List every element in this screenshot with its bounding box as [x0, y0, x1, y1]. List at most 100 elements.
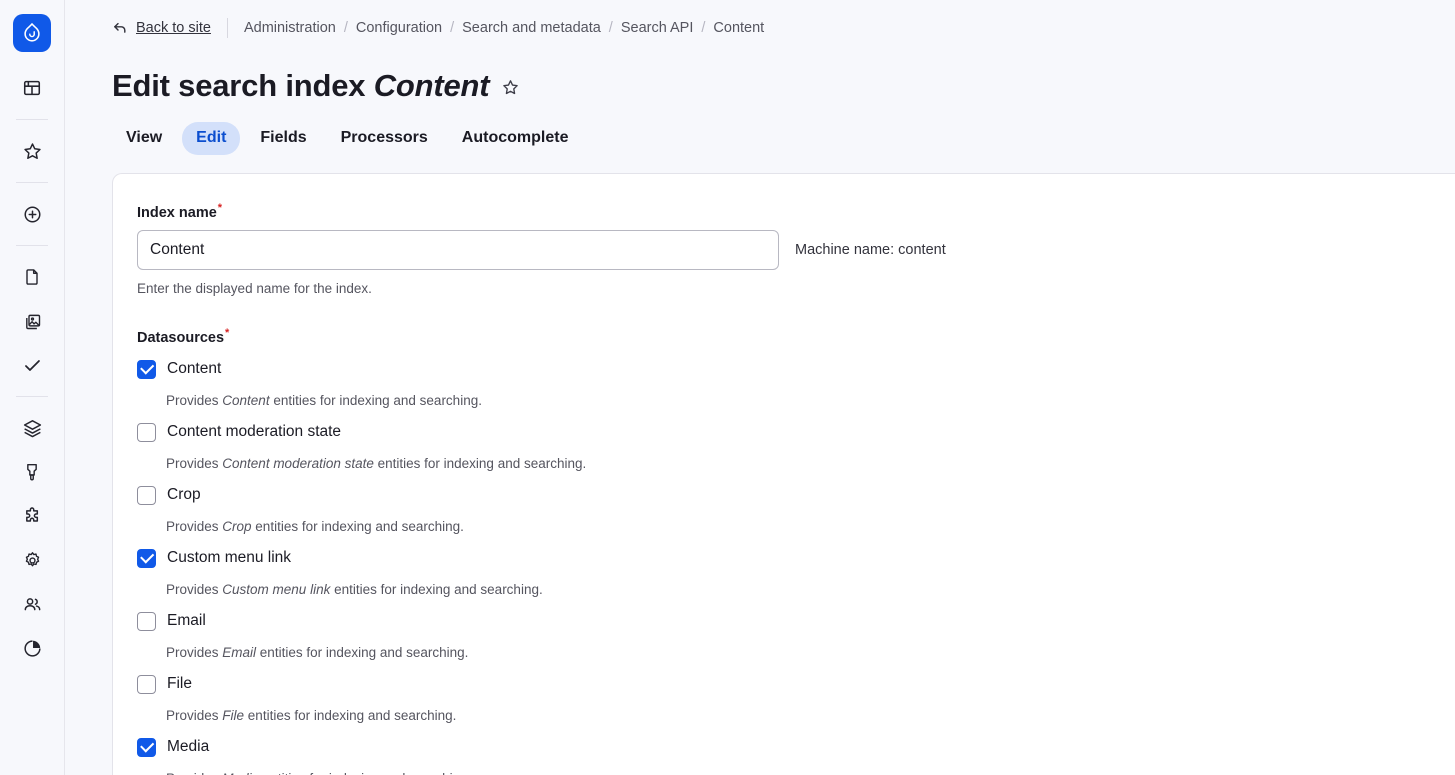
datasource-description: Provides Email entities for indexing and…	[166, 645, 1431, 660]
datasource-row[interactable]: Content moderation state	[137, 418, 1431, 447]
datasource-description-entity: Media	[222, 771, 259, 775]
breadcrumb-separator: /	[343, 20, 348, 36]
datasource-row[interactable]: File	[137, 670, 1431, 699]
main-content-area: Back to site Administration / Configurat…	[65, 0, 1455, 775]
breadcrumb-separator: /	[608, 20, 613, 36]
datasource-description: Provides Crop entities for indexing and …	[166, 519, 1431, 534]
datasource-label[interactable]: Crop	[167, 487, 201, 503]
datasource-description-suffix: entities for indexing and searching.	[269, 392, 482, 408]
datasource-label[interactable]: Content moderation state	[167, 424, 341, 440]
datasource-checkbox[interactable]	[137, 422, 156, 442]
datasource-label[interactable]: Media	[167, 739, 209, 755]
datasource-description-entity: Crop	[222, 518, 252, 534]
sidebar-divider	[16, 182, 48, 183]
sidebar-item-create[interactable]	[10, 192, 54, 236]
sidebar-item-dashboard[interactable]	[10, 66, 54, 110]
datasource-description: Provides Content entities for indexing a…	[166, 393, 1431, 408]
datasource-item: Custom menu link Provides Custom menu lin…	[137, 544, 1431, 597]
required-marker: *	[217, 201, 223, 214]
datasource-checkbox[interactable]	[137, 611, 156, 631]
sidebar-item-configuration[interactable]	[10, 538, 54, 582]
datasource-description-suffix: entities for indexing and searching.	[244, 707, 457, 723]
sidebar-item-moderation[interactable]	[10, 343, 54, 387]
breadcrumb-divider	[226, 18, 228, 38]
datasource-item: Content Provides Content entities for ind…	[137, 355, 1431, 408]
datasource-label[interactable]: Content	[167, 361, 221, 377]
sidebar-item-appearance[interactable]	[10, 450, 54, 494]
tab-fields[interactable]: Fields	[246, 122, 320, 155]
datasource-description-entity: Email	[222, 644, 257, 660]
sidebar-item-media[interactable]	[10, 299, 54, 343]
datasource-row[interactable]: Email	[137, 607, 1431, 636]
datasources-label-text: Datasources	[137, 329, 225, 346]
page-title-prefix: Edit search index	[112, 68, 366, 103]
icon-sidebar	[0, 0, 65, 775]
tab-processors[interactable]: Processors	[327, 122, 442, 155]
datasource-description: Provides Custom menu link entities for i…	[166, 582, 1431, 597]
datasource-description-entity: Content moderation state	[222, 455, 374, 471]
datasource-checkbox[interactable]	[137, 674, 156, 694]
datasource-description-prefix: Provides	[166, 392, 223, 408]
breadcrumb-item-configuration[interactable]: Configuration	[356, 20, 442, 36]
breadcrumb-separator: /	[701, 20, 706, 36]
tab-bar: View Edit Fields Processors Autocomplete	[65, 122, 1455, 155]
datasource-description-prefix: Provides	[166, 581, 223, 597]
sidebar-item-people[interactable]	[10, 582, 54, 626]
datasources-label: Datasources*	[137, 327, 1431, 346]
datasource-item: File Provides File entities for indexing …	[137, 670, 1431, 723]
datasource-checkbox[interactable]	[137, 737, 156, 757]
breadcrumb-separator: /	[450, 20, 455, 36]
datasource-description-suffix: entities for indexing and searching.	[251, 518, 464, 534]
page-title: Edit search index Content	[65, 67, 1455, 104]
datasources-list: Content Provides Content entities for ind…	[137, 355, 1431, 775]
back-to-site-link[interactable]: Back to site	[112, 20, 211, 36]
tab-edit[interactable]: Edit	[182, 122, 241, 155]
breadcrumb: Back to site Administration / Configurat…	[65, 0, 1455, 56]
index-name-field-row: Machine name: content	[137, 229, 1431, 270]
datasource-checkbox[interactable]	[137, 359, 156, 379]
datasource-row[interactable]: Content	[137, 355, 1431, 384]
datasource-checkbox[interactable]	[137, 548, 156, 568]
datasource-description: Provides Media entities for indexing and…	[166, 771, 1431, 775]
drupal-droplet-logo[interactable]	[13, 14, 51, 52]
datasource-description-suffix: entities for indexing and searching.	[373, 455, 587, 471]
breadcrumb-item-search-api[interactable]: Search API	[621, 20, 694, 36]
breadcrumb-item-administration[interactable]: Administration	[244, 20, 336, 36]
back-arrow-icon	[112, 20, 128, 36]
datasources-group: Datasources* Content Provides Content ent…	[137, 327, 1431, 775]
index-name-input[interactable]	[137, 229, 779, 270]
page-title-text: Edit search index Content	[112, 67, 490, 104]
datasource-item: MediaProvides Media entities for indexin…	[137, 733, 1431, 775]
card-scroll-region: Index name* Machine name: content Enter …	[65, 172, 1455, 775]
datasource-description-prefix: Provides	[166, 644, 223, 660]
star-outline-icon[interactable]	[498, 75, 522, 99]
sidebar-item-shortcuts[interactable]	[10, 129, 54, 173]
datasource-row[interactable]: Media	[137, 733, 1431, 762]
datasource-description-prefix: Provides	[166, 771, 222, 775]
datasource-description: Provides Content moderation state entiti…	[166, 456, 1431, 471]
datasource-row[interactable]: Custom menu link	[137, 544, 1431, 573]
sidebar-item-extend[interactable]	[10, 494, 54, 538]
datasource-description-entity: Content	[222, 392, 270, 408]
sidebar-item-reports[interactable]	[10, 626, 54, 670]
edit-index-form-card: Index name* Machine name: content Enter …	[112, 172, 1455, 775]
tab-view[interactable]: View	[112, 122, 176, 155]
datasource-item: Crop Provides Crop entities for indexing …	[137, 481, 1431, 534]
application-root: Back to site Administration / Configurat…	[0, 0, 1455, 775]
sidebar-item-structure[interactable]	[10, 406, 54, 450]
sidebar-item-content[interactable]	[10, 255, 54, 299]
datasource-label[interactable]: Custom menu link	[167, 550, 291, 566]
breadcrumb-item-search-and-metadata[interactable]: Search and metadata	[462, 20, 601, 36]
tab-autocomplete[interactable]: Autocomplete	[448, 122, 583, 155]
page-title-emphasis: Content	[373, 68, 490, 103]
datasource-checkbox[interactable]	[137, 485, 156, 505]
datasource-description-prefix: Provides	[166, 455, 223, 471]
datasource-description-suffix: entities for indexing and searching.	[259, 771, 472, 775]
index-name-help-text: Enter the displayed name for the index.	[137, 280, 372, 296]
required-marker: *	[225, 326, 230, 339]
datasource-label[interactable]: Email	[167, 613, 206, 629]
breadcrumb-item-content: Content	[713, 20, 765, 36]
sidebar-divider	[16, 119, 48, 120]
datasource-row[interactable]: Crop	[137, 481, 1431, 510]
datasource-label[interactable]: File	[167, 676, 192, 692]
